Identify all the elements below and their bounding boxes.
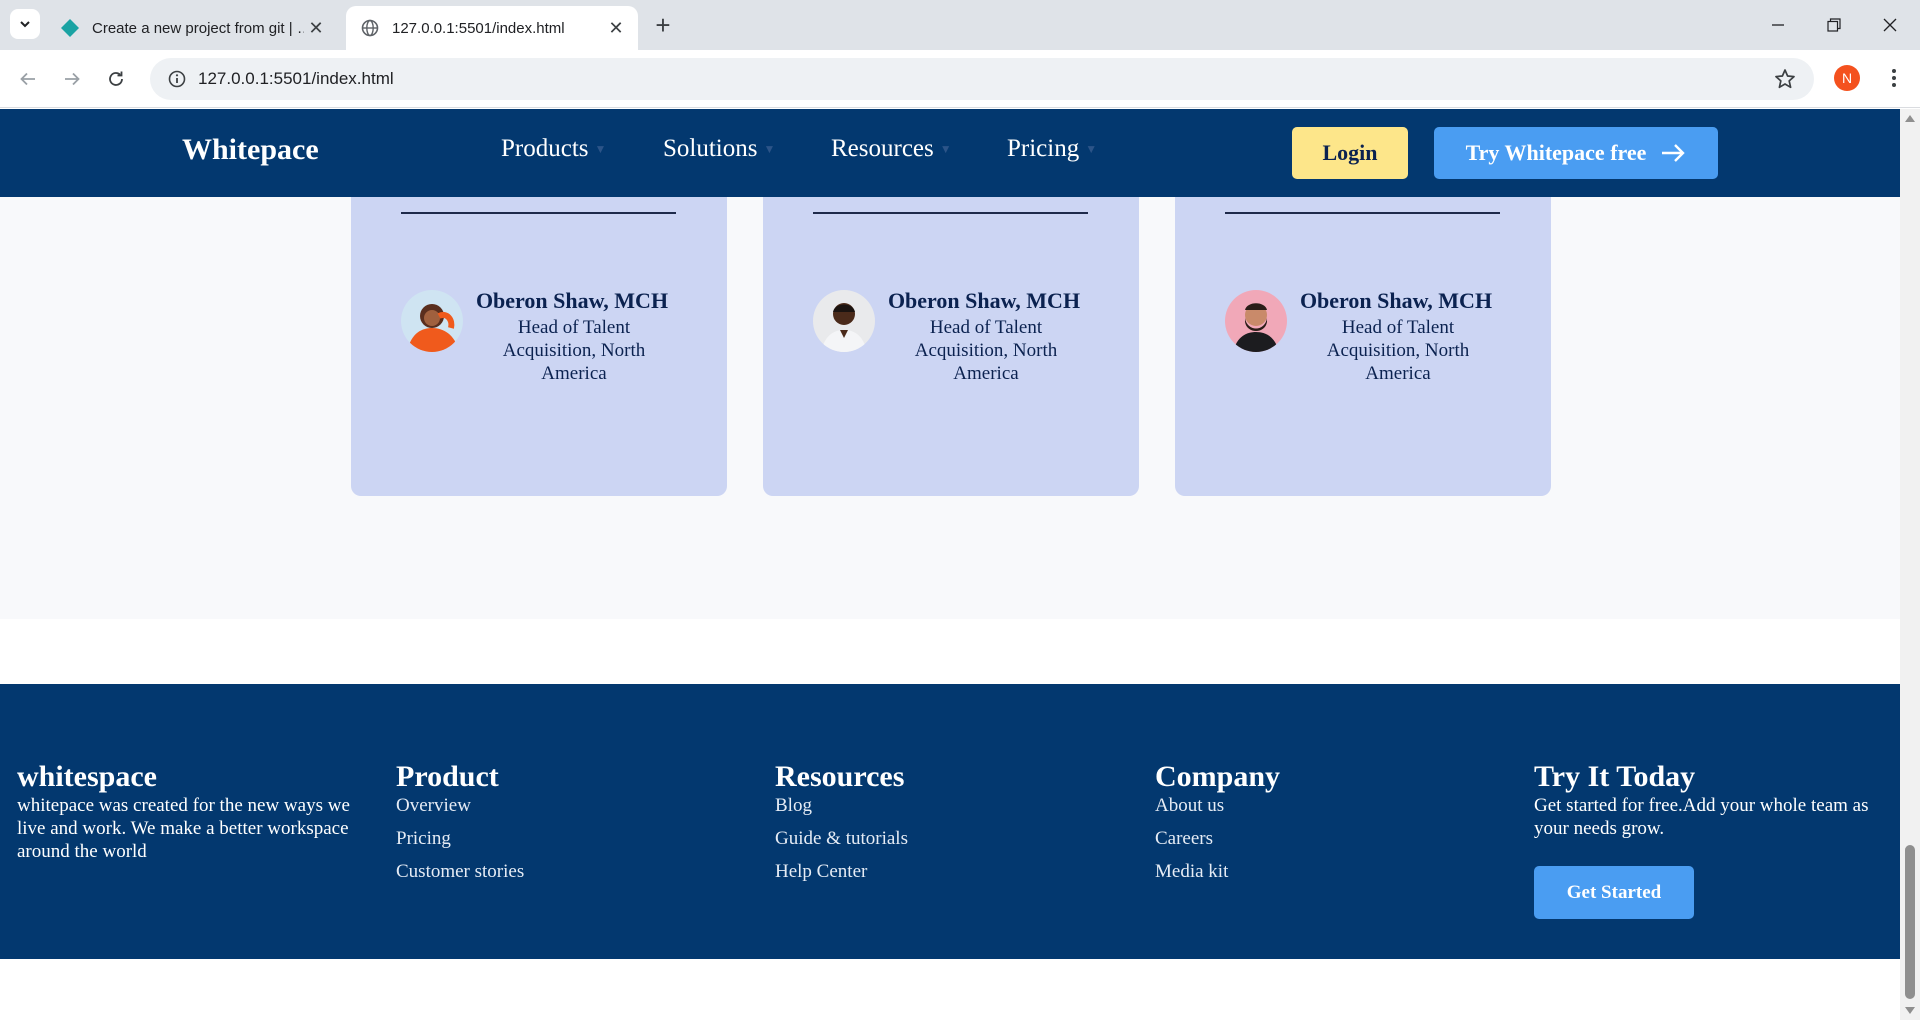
- site-header: Whitepace Products ▼ Solutions ▼ Resourc…: [0, 109, 1900, 197]
- arrow-left-icon: [20, 72, 35, 86]
- tab-create-project[interactable]: Create a new project from git | … ✕: [48, 6, 338, 50]
- divider: [813, 212, 1088, 214]
- tab-title: Create a new project from git | …: [92, 19, 304, 37]
- tab-title: 127.0.0.1:5501/index.html: [392, 19, 565, 37]
- footer-try: Try It Today Get started for free.Add yo…: [1534, 760, 1884, 919]
- nav-solutions[interactable]: Solutions ▼: [663, 135, 775, 163]
- avatar: [813, 290, 875, 352]
- arrow-right-icon: [65, 72, 80, 86]
- close-tab-icon[interactable]: ✕: [304, 16, 328, 40]
- footer-heading: Try It Today: [1534, 760, 1696, 793]
- page-viewport: Oberon Shaw, MCH Head of Talent Acquisit…: [0, 109, 1900, 1020]
- site-info-icon[interactable]: [156, 70, 198, 88]
- try-free-button[interactable]: Try Whitepace free: [1434, 127, 1718, 179]
- nav-label: Pricing: [1007, 135, 1080, 162]
- more-menu-icon[interactable]: [1880, 64, 1908, 92]
- new-tab-button[interactable]: +: [650, 10, 676, 40]
- scrollbar-thumb[interactable]: [1905, 845, 1915, 999]
- testimonial-role: Head of Talent Acquisition, North Americ…: [502, 317, 646, 384]
- footer-link-customer-stories[interactable]: Customer stories: [396, 860, 696, 883]
- reload-button[interactable]: [100, 63, 132, 95]
- restore-button[interactable]: [1814, 8, 1854, 42]
- bookmark-star-icon[interactable]: [1774, 68, 1796, 95]
- footer-company: Company About us Careers Media kit: [1155, 760, 1455, 893]
- avatar: [401, 290, 463, 352]
- footer-resources: Resources Blog Guide & tutorials Help Ce…: [775, 760, 1075, 893]
- footer-heading: Company: [1155, 760, 1281, 793]
- nav-label: Resources: [831, 135, 934, 162]
- nav-products[interactable]: Products ▼: [501, 135, 606, 163]
- nav-pricing[interactable]: Pricing ▼: [1007, 135, 1097, 163]
- address-bar[interactable]: 127.0.0.1:5501/index.html: [150, 58, 1814, 100]
- footer-link-help-center[interactable]: Help Center: [775, 860, 1075, 883]
- minimize-icon: [1772, 24, 1784, 26]
- chevron-down-icon: ▼: [763, 141, 776, 156]
- tab-search-button[interactable]: [10, 9, 40, 39]
- minimize-button[interactable]: [1758, 8, 1798, 42]
- chevron-down-icon: ▼: [939, 141, 952, 156]
- chevron-down-icon: ▼: [1085, 141, 1098, 156]
- testimonial-name: Oberon Shaw, MCH: [1299, 288, 1493, 313]
- scroll-down-icon[interactable]: [1904, 1005, 1916, 1015]
- footer-heading: Resources: [775, 760, 905, 793]
- chevron-down-icon: [20, 21, 30, 28]
- globe-icon: [360, 18, 380, 38]
- chevron-down-icon: ▼: [594, 141, 607, 156]
- reload-icon: [109, 71, 123, 86]
- tab-index[interactable]: 127.0.0.1:5501/index.html ✕: [346, 6, 638, 50]
- scroll-up-icon[interactable]: [1904, 113, 1916, 123]
- testimonial-role: Head of Talent Acquisition, North Americ…: [1326, 317, 1470, 384]
- try-free-label: Try Whitepace free: [1465, 140, 1647, 165]
- login-button[interactable]: Login: [1292, 127, 1408, 179]
- testimonial-name: Oberon Shaw, MCH: [887, 288, 1081, 313]
- testimonial-role: Head of Talent Acquisition, North Americ…: [914, 317, 1058, 384]
- forward-button[interactable]: [56, 63, 88, 95]
- close-icon: [1883, 18, 1897, 32]
- footer-try-text: Get started for free.Add your whole team…: [1534, 795, 1869, 839]
- arrow-right-icon: [1660, 143, 1686, 163]
- divider: [401, 212, 676, 214]
- brand-logo[interactable]: Whitepace: [182, 133, 319, 167]
- address-text: 127.0.0.1:5501/index.html: [198, 69, 394, 88]
- site-footer: whitespace whitepace was created for the…: [0, 684, 1900, 959]
- back-button[interactable]: [12, 63, 44, 95]
- avatar: [1225, 290, 1287, 352]
- nav-resources[interactable]: Resources ▼: [831, 135, 952, 163]
- footer-link-pricing[interactable]: Pricing: [396, 827, 696, 850]
- page-scrollbar[interactable]: [1900, 109, 1920, 1020]
- browser-toolbar: 127.0.0.1:5501/index.html N: [0, 50, 1920, 108]
- footer-link-overview[interactable]: Overview: [396, 794, 696, 817]
- footer-about-text: whitepace was created for the new ways w…: [17, 795, 350, 862]
- diamond-icon: [60, 18, 80, 38]
- footer-link-about-us[interactable]: About us: [1155, 794, 1455, 817]
- footer-link-media-kit[interactable]: Media kit: [1155, 860, 1455, 883]
- footer-product: Product Overview Pricing Customer storie…: [396, 760, 696, 893]
- profile-avatar[interactable]: N: [1834, 65, 1860, 91]
- divider: [1225, 212, 1500, 214]
- close-tab-icon[interactable]: ✕: [604, 16, 628, 40]
- testimonial-name: Oberon Shaw, MCH: [475, 288, 669, 313]
- get-started-button[interactable]: Get Started: [1534, 866, 1694, 919]
- nav-label: Solutions: [663, 135, 758, 162]
- footer-link-blog[interactable]: Blog: [775, 794, 1075, 817]
- footer-about: whitespace whitepace was created for the…: [17, 760, 357, 863]
- footer-heading: Product: [396, 760, 499, 793]
- footer-brand: whitespace: [17, 760, 157, 793]
- nav-label: Products: [501, 135, 589, 162]
- browser-tab-bar: Create a new project from git | … ✕ 127.…: [0, 0, 1920, 50]
- footer-link-careers[interactable]: Careers: [1155, 827, 1455, 850]
- close-window-button[interactable]: [1870, 8, 1910, 42]
- restore-icon: [1827, 18, 1841, 32]
- footer-link-guides[interactable]: Guide & tutorials: [775, 827, 1075, 850]
